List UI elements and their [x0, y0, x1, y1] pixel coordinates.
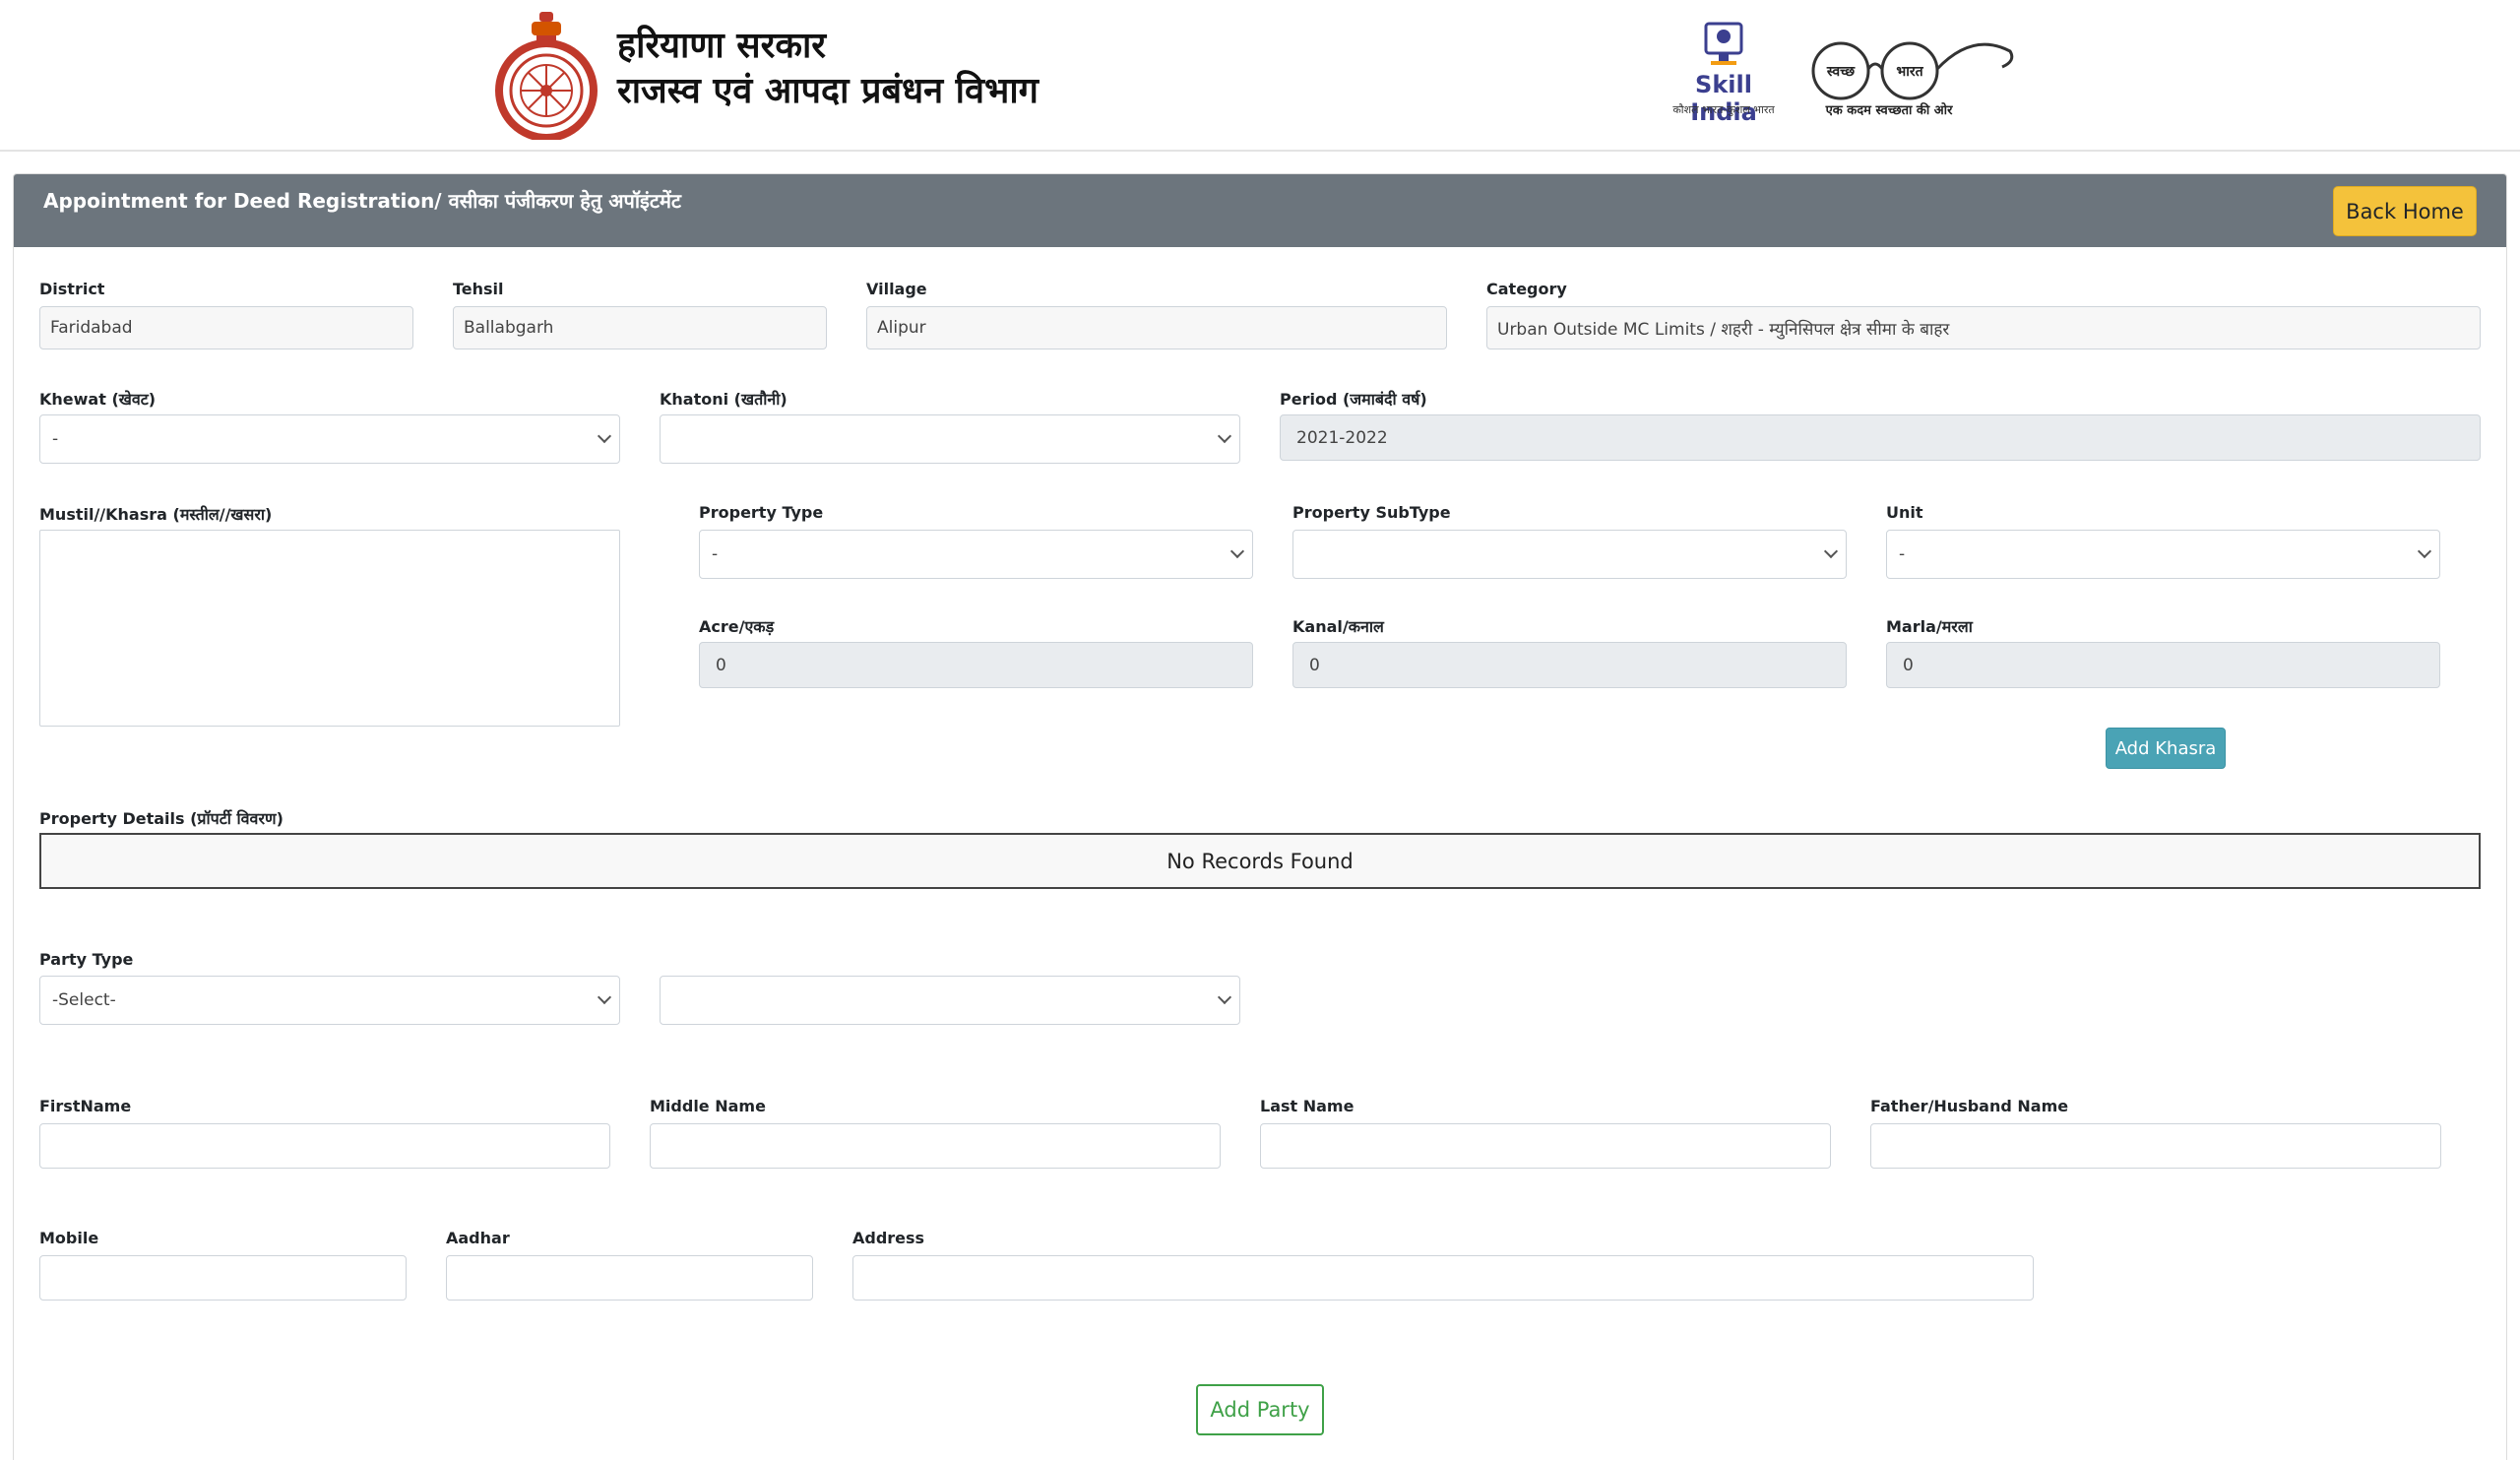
- add-party-button[interactable]: Add Party: [1196, 1384, 1324, 1435]
- last-name-input[interactable]: [1260, 1123, 1831, 1169]
- tehsil-field[interactable]: Ballabgarh: [453, 306, 827, 349]
- aadhar-label: Aadhar: [446, 1229, 510, 1247]
- middle-name-input[interactable]: [650, 1123, 1221, 1169]
- khewat-select[interactable]: -: [39, 414, 620, 464]
- haryana-emblem-logo: [495, 12, 598, 140]
- property-type-label: Property Type: [699, 503, 824, 522]
- chevron-down-icon: [1823, 543, 1839, 559]
- no-records-message: No Records Found: [1166, 849, 1354, 873]
- mustil-khasra-label: Mustil//Khasra (मस्तील//खसरा): [39, 505, 273, 524]
- district-field[interactable]: Faridabad: [39, 306, 413, 349]
- kanal-field[interactable]: 0: [1292, 642, 1847, 688]
- unit-label: Unit: [1886, 503, 1923, 522]
- party-type-label: Party Type: [39, 950, 134, 969]
- property-type-select[interactable]: -: [699, 530, 1253, 579]
- chevron-down-icon: [1217, 989, 1232, 1005]
- back-home-button[interactable]: Back Home: [2333, 186, 2477, 236]
- unit-select[interactable]: -: [1886, 530, 2440, 579]
- first-name-label: FirstName: [39, 1097, 132, 1115]
- marla-label: Marla/मरला: [1886, 617, 1973, 636]
- first-name-input[interactable]: [39, 1123, 610, 1169]
- skill-india-tagline: कौशल भारत-कुशल भारत: [1672, 103, 1775, 116]
- party-type-select[interactable]: -Select-: [39, 976, 620, 1025]
- swachh-right-text: भारत: [1896, 64, 1923, 80]
- property-details-table: No Records Found: [39, 833, 2481, 889]
- category-field[interactable]: Urban Outside MC Limits / शहरी - म्युनिस…: [1486, 306, 2481, 349]
- period-label: Period (जमाबंदी वर्ष): [1280, 390, 1427, 409]
- property-subtype-label: Property SubType: [1292, 503, 1451, 522]
- aadhar-input[interactable]: [446, 1255, 813, 1301]
- add-khasra-button[interactable]: Add Khasra: [2106, 728, 2226, 769]
- village-field[interactable]: Alipur: [866, 306, 1447, 349]
- party-type-selected-value: -Select-: [52, 990, 116, 1010]
- mustil-khasra-list[interactable]: [39, 530, 620, 727]
- chevron-down-icon: [597, 989, 612, 1005]
- skill-india-logo: Skill India कौशल भारत-कुशल भारत: [1660, 20, 1788, 126]
- district-label: District: [39, 280, 105, 298]
- government-name: हरियाणा सरकार: [617, 26, 827, 66]
- department-name: राजस्व एवं आपदा प्रबंधन विभाग: [617, 71, 1039, 111]
- skill-india-name: Skill India: [1690, 71, 1757, 126]
- chevron-down-icon: [2417, 543, 2432, 559]
- village-label: Village: [866, 280, 927, 298]
- address-label: Address: [852, 1229, 925, 1247]
- swachh-bharat-glasses-icon: स्वच्छ भारत: [1811, 41, 2014, 100]
- card-header: Appointment for Deed Registration/ वसीका…: [14, 174, 2506, 247]
- father-husband-name-input[interactable]: [1870, 1123, 2441, 1169]
- party-subtype-select[interactable]: [660, 976, 1240, 1025]
- acre-field[interactable]: 0: [699, 642, 1253, 688]
- swachh-left-text: स्वच्छ: [1826, 64, 1856, 80]
- swachh-bharat-tagline: एक कदम स्वच्छता की ओर: [1825, 103, 1953, 118]
- tehsil-label: Tehsil: [453, 280, 504, 298]
- chevron-down-icon: [1217, 428, 1232, 444]
- kanal-label: Kanal/कनाल: [1292, 617, 1384, 636]
- middle-name-label: Middle Name: [650, 1097, 766, 1115]
- swachh-bharat-logo: स्वच्छ भारत एक कदम स्वच्छता की ओर: [1805, 22, 2016, 130]
- father-husband-name-label: Father/Husband Name: [1870, 1097, 2069, 1115]
- property-details-label: Property Details (प्रॉपर्टी विवरण): [39, 809, 284, 828]
- last-name-label: Last Name: [1260, 1097, 1354, 1115]
- khewat-selected-value: -: [52, 429, 59, 449]
- khatoni-select[interactable]: [660, 414, 1240, 464]
- skill-india-icon: [1704, 22, 1743, 65]
- khewat-label: Khewat (खेवट): [39, 390, 157, 409]
- mobile-input[interactable]: [39, 1255, 407, 1301]
- property-subtype-select[interactable]: [1292, 530, 1847, 579]
- unit-selected-value: -: [1899, 544, 1906, 564]
- acre-label: Acre/एकड़: [699, 617, 775, 636]
- khatoni-label: Khatoni (खतौनी): [660, 390, 788, 409]
- chevron-down-icon: [597, 428, 612, 444]
- marla-field[interactable]: 0: [1886, 642, 2440, 688]
- site-header: हरियाणा सरकार राजस्व एवं आपदा प्रबंधन वि…: [0, 0, 2520, 152]
- period-field[interactable]: 2021-2022: [1280, 414, 2481, 461]
- government-title: हरियाणा सरकार राजस्व एवं आपदा प्रबंधन वि…: [617, 24, 1039, 114]
- mobile-label: Mobile: [39, 1229, 99, 1247]
- category-label: Category: [1486, 280, 1567, 298]
- property-type-selected-value: -: [712, 544, 719, 564]
- address-input[interactable]: [852, 1255, 2034, 1301]
- page-title: Appointment for Deed Registration/ वसीका…: [43, 189, 681, 213]
- chevron-down-icon: [1229, 543, 1245, 559]
